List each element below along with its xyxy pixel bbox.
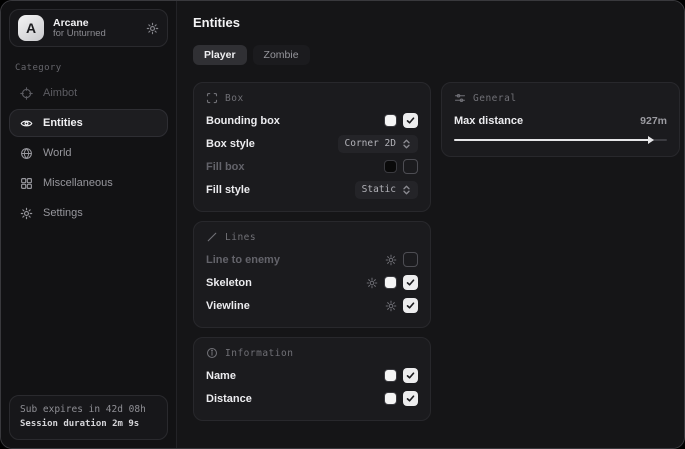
brand-card: A Arcane for Unturned (9, 9, 168, 47)
setting-row-distance: Distance (206, 388, 418, 409)
setting-label: Max distance (454, 115, 640, 127)
crosshair-icon (19, 87, 33, 100)
sliders-icon (454, 92, 466, 104)
color-swatch[interactable] (384, 114, 397, 127)
setting-row-fill-box: Fill box (206, 156, 418, 177)
slider-thumb[interactable] (648, 136, 654, 144)
sidebar-nav: Aimbot Entities World (9, 79, 168, 227)
section-header: Information (225, 348, 293, 359)
sidebar-item-settings[interactable]: Settings (9, 199, 168, 227)
sidebar-item-label: Settings (43, 207, 83, 219)
sidebar: A Arcane for Unturned Category A (1, 1, 177, 448)
setting-label: Bounding box (206, 115, 384, 127)
info-icon (206, 347, 218, 359)
checkbox-unchecked[interactable] (403, 159, 418, 174)
grid-icon (19, 177, 33, 190)
setting-row-viewline: Viewline (206, 295, 418, 316)
dropdown-value: Corner 2D (345, 138, 396, 149)
checkbox-checked[interactable] (403, 391, 418, 406)
setting-label: Box style (206, 138, 338, 150)
brand-logo: A (18, 15, 44, 41)
color-swatch[interactable] (384, 160, 397, 173)
max-distance-value: 927m (640, 115, 667, 127)
slider-fill (454, 139, 650, 141)
section-header: General (473, 93, 517, 104)
color-swatch[interactable] (384, 276, 397, 289)
diagonal-line-icon (206, 231, 218, 243)
setting-label: Skeleton (206, 277, 366, 289)
setting-row-fill-style: Fill style Static (206, 179, 418, 200)
setting-label: Line to enemy (206, 254, 385, 266)
setting-label: Viewline (206, 300, 385, 312)
box-card: Box Bounding box Box style (193, 82, 431, 212)
sidebar-item-entities[interactable]: Entities (9, 109, 168, 137)
section-header: Box (225, 93, 244, 104)
gear-icon (19, 207, 33, 220)
setting-row-bounding-box: Bounding box (206, 110, 418, 131)
sidebar-item-label: Miscellaneous (43, 177, 113, 189)
setting-row-name: Name (206, 365, 418, 386)
lines-card: Lines Line to enemy (193, 221, 431, 328)
eye-icon (19, 117, 33, 130)
setting-label: Fill style (206, 184, 355, 196)
section-header: Lines (225, 232, 256, 243)
setting-row-skeleton: Skeleton (206, 272, 418, 293)
page-title: Entities (193, 15, 672, 30)
chevrons-up-down-icon (402, 185, 411, 195)
tab-zombie[interactable]: Zombie (253, 45, 310, 65)
box-corners-icon (206, 92, 218, 104)
tab-player[interactable]: Player (193, 45, 247, 65)
sidebar-item-label: Aimbot (43, 87, 77, 99)
color-swatch[interactable] (384, 392, 397, 405)
dropdown-value: Static (362, 184, 396, 195)
gear-icon[interactable] (385, 254, 397, 266)
sidebar-item-label: World (43, 147, 72, 159)
brand-subtitle: for Unturned (53, 29, 137, 40)
color-swatch[interactable] (384, 369, 397, 382)
sidebar-item-world[interactable]: World (9, 139, 168, 167)
gear-icon[interactable] (146, 22, 159, 35)
brand-name: Arcane (53, 17, 137, 29)
gear-icon[interactable] (366, 277, 378, 289)
session-duration-text: Session duration 2m 9s (20, 418, 157, 432)
box-style-dropdown[interactable]: Corner 2D (338, 135, 418, 153)
setting-label: Distance (206, 393, 384, 405)
setting-row-line-to-enemy: Line to enemy (206, 249, 418, 270)
general-card: General Max distance 927m (441, 82, 680, 157)
sidebar-item-miscellaneous[interactable]: Miscellaneous (9, 169, 168, 197)
category-label: Category (15, 63, 168, 73)
checkbox-checked[interactable] (403, 298, 418, 313)
setting-label: Fill box (206, 161, 384, 173)
setting-row-box-style: Box style Corner 2D (206, 133, 418, 154)
checkbox-checked[interactable] (403, 275, 418, 290)
sub-expires-text: Sub expires in 42d 08h (20, 403, 157, 418)
checkbox-unchecked[interactable] (403, 252, 418, 267)
information-card: Information Name Distance (193, 337, 431, 421)
globe-icon (19, 147, 33, 160)
checkbox-checked[interactable] (403, 113, 418, 128)
entity-tabs: Player Zombie (193, 45, 672, 65)
setting-row-max-distance: Max distance 927m (454, 110, 667, 131)
setting-label: Name (206, 370, 384, 382)
fill-style-dropdown[interactable]: Static (355, 181, 418, 199)
sidebar-item-label: Entities (43, 117, 83, 129)
app-window: A Arcane for Unturned Category A (0, 0, 685, 449)
checkbox-checked[interactable] (403, 368, 418, 383)
chevrons-up-down-icon (402, 139, 411, 149)
gear-icon[interactable] (385, 300, 397, 312)
sidebar-item-aimbot[interactable]: Aimbot (9, 79, 168, 107)
max-distance-slider[interactable] (454, 135, 667, 145)
main-content: Entities Player Zombie Box (177, 1, 684, 448)
subscription-card: Sub expires in 42d 08h Session duration … (9, 395, 168, 440)
